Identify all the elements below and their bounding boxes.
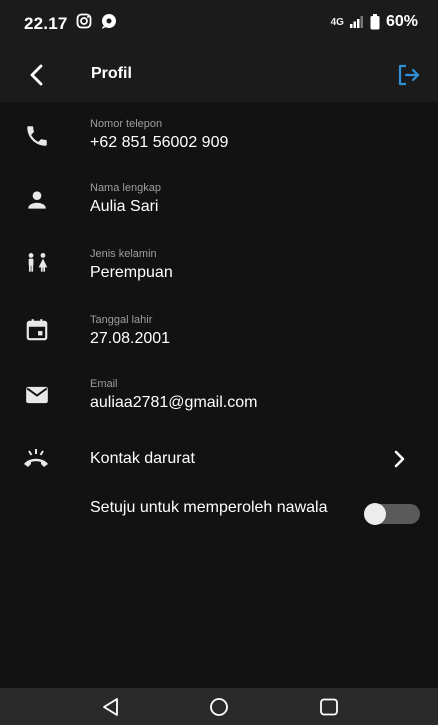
page-title: Profil <box>91 65 132 82</box>
network-type: 4G <box>330 16 344 28</box>
field-birth-date[interactable]: Tanggal lahir 27.08.2001 <box>0 310 438 374</box>
field-label: Nomor telepon <box>90 118 163 130</box>
field-full-name[interactable]: Nama lengkap Aulia Sari <box>0 180 438 244</box>
field-value: +62 851 56002 909 <box>90 134 229 151</box>
field-gender[interactable]: Jenis kelamin Perempuan <box>0 244 438 308</box>
field-value: Perempuan <box>90 264 173 281</box>
field-value: Aulia Sari <box>90 198 159 215</box>
back-triangle-icon[interactable] <box>100 697 122 717</box>
field-label: Tanggal lahir <box>90 314 153 326</box>
profile-content: Nomor telepon +62 851 56002 909 Nama len… <box>0 102 438 688</box>
field-phone[interactable]: Nomor telepon +62 851 56002 909 <box>0 116 438 180</box>
app-bar: Profil <box>0 46 438 102</box>
battery-icon <box>370 14 380 30</box>
newsletter-label: Setuju untuk memperoleh nawala <box>90 499 328 516</box>
toggle-thumb <box>364 503 386 525</box>
chat-bubble-icon <box>102 14 116 29</box>
field-value: 27.08.2001 <box>90 330 171 347</box>
instagram-icon <box>76 13 92 29</box>
signal-icon <box>349 16 363 28</box>
person-icon <box>28 191 46 209</box>
recents-square-icon[interactable] <box>318 697 340 717</box>
emergency-contact-label: Kontak darurat <box>90 450 195 467</box>
field-label: Email <box>90 378 118 390</box>
field-email[interactable]: Email auliaa2781@gmail.com <box>0 374 438 438</box>
chevron-right-icon <box>394 450 405 468</box>
gender-icon <box>28 253 48 272</box>
emergency-call-icon <box>24 449 48 467</box>
status-system-icons: 4G 60% <box>331 13 418 31</box>
status-notification-icons <box>76 13 118 29</box>
status-time: 22.17 <box>24 14 68 33</box>
field-label: Jenis kelamin <box>90 248 157 260</box>
logout-icon[interactable] <box>396 62 422 88</box>
field-label: Nama lengkap <box>90 182 161 194</box>
newsletter-toggle[interactable] <box>364 503 420 525</box>
home-circle-icon[interactable] <box>208 697 230 717</box>
calendar-icon <box>26 319 48 341</box>
newsletter-row: Setuju untuk memperoleh nawala <box>0 494 438 544</box>
system-nav-bar <box>0 688 438 725</box>
emergency-contact-row[interactable]: Kontak darurat <box>0 438 438 482</box>
battery-percent: 60% <box>385 13 418 30</box>
field-value: auliaa2781@gmail.com <box>90 394 258 411</box>
back-arrow-icon[interactable] <box>22 60 52 90</box>
phone-icon <box>27 126 47 146</box>
status-bar: 22.17 4G 60% <box>0 0 438 46</box>
mail-icon <box>26 386 48 404</box>
